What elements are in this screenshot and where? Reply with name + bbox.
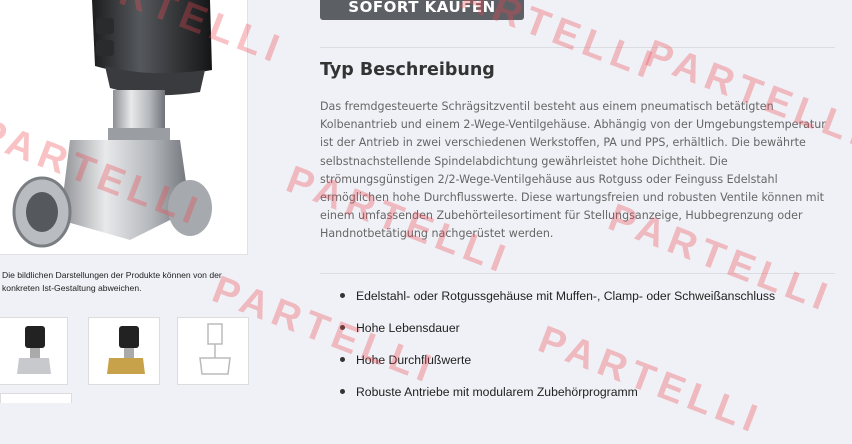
feature-item: Edelstahl- oder Rotgussgehäuse mit Muffe… — [338, 284, 838, 316]
feature-item: Hohe Lebensdauer — [338, 316, 838, 348]
product-description: Das fremdgesteuerte Schrägsitzventil bes… — [320, 100, 826, 241]
feature-item: Robuste Antriebe mit modularem Zubehörpr… — [338, 380, 838, 412]
divider — [320, 47, 835, 48]
feature-list: Edelstahl- oder Rotgussgehäuse mit Muffe… — [338, 284, 838, 412]
thumbnail-valve-stainless[interactable] — [0, 317, 68, 385]
buy-now-button[interactable]: SOFORT KAUFEN — [320, 0, 524, 20]
valve-illustration — [12, 0, 212, 248]
thumbnail-valve-brass[interactable] — [88, 317, 160, 385]
divider — [320, 273, 835, 274]
image-disclaimer: Die bildlichen Darstellungen der Produkt… — [2, 270, 222, 293]
section-title: Typ Beschreibung — [320, 60, 495, 80]
valve-drawing-icon — [199, 323, 231, 375]
thumbnail-next[interactable] — [0, 393, 72, 403]
valve-thumbnail-icon — [17, 326, 51, 374]
product-main-image[interactable] — [0, 0, 248, 255]
valve-thumbnail-icon — [107, 326, 145, 374]
thumbnail-valve-drawing[interactable] — [177, 317, 249, 385]
feature-item: Hohe Durchflußwerte — [338, 348, 838, 380]
